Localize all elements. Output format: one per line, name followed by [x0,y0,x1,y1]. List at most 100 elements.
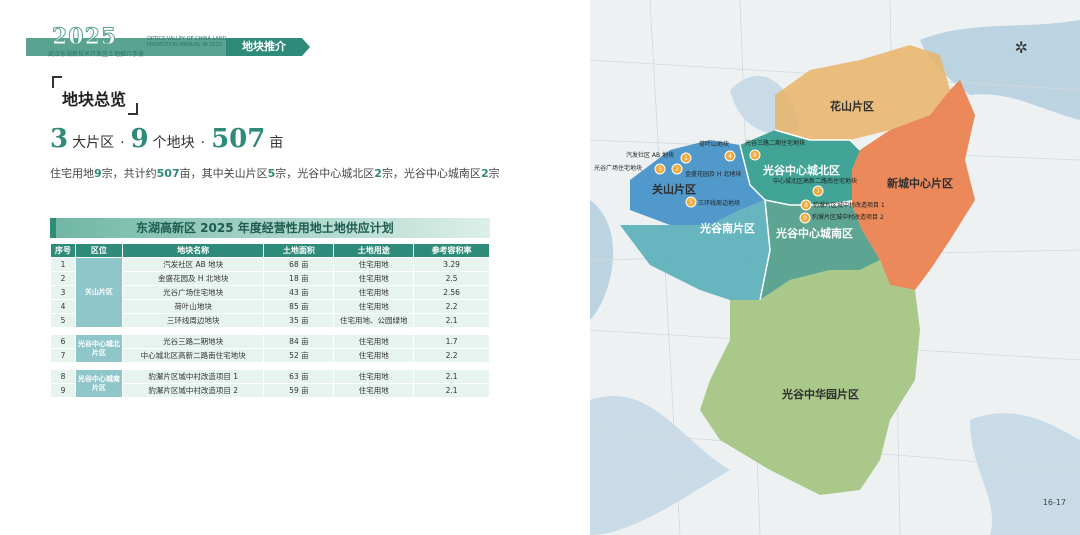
cell-use: 住宅用地 [333,334,415,349]
header-cell: 土地面积 [263,243,335,258]
summary-text: 住宅用地9宗，共计约507亩，其中关山片区5宗，光谷中心城北区2宗，光谷中心城南… [50,165,500,182]
label-guanshan: 关山片区 [652,182,696,196]
cell-name: 荷叶山地块 [121,299,265,314]
stat-districts: 3 [50,124,69,154]
brand-english: OPTICS VALLEY OF CHINA LAND PROMOTION MA… [147,36,227,48]
label-guanggu-north: 光谷中心城北区 [762,163,840,177]
label-guanggu-center-south: 光谷中心城南区 [775,226,853,240]
plot-label: 荷叶山地块 [699,140,729,148]
cell-far: 1.7 [413,334,490,349]
summary-part: 宗，共计约 [101,167,157,180]
plot-label: 光谷广场住宅地块 [594,164,642,172]
header-cell: 地块名称 [121,243,265,258]
cell-no: 9 [50,383,76,398]
table-title-mark [50,218,56,238]
plot-label: 汽发社区 AB 地块 [626,151,674,159]
cell-area: 35 亩 [263,313,335,328]
summary-part: 宗 [488,167,500,180]
cell-use: 住宅用地 [333,285,415,300]
stats-line: 3 大片区 · 9 个地块 · 507 亩 [50,124,283,154]
cell-no: 7 [50,348,76,363]
cell-use: 住宅用地 [333,369,415,384]
cell-name: 豹澥片区城中村改造项目 2 [121,383,265,398]
cell-far: 2.56 [413,285,490,300]
cell-no: 6 [50,334,76,349]
cell-no: 8 [50,369,76,384]
table-row: 8 光谷中心城南片区 豹澥片区城中村改造项目 1 63 亩 住宅用地 2.1 [50,369,490,398]
cell-far: 2.2 [413,299,490,314]
stat-separator: · [200,135,206,151]
title-bracket-bottom-right [128,103,138,115]
cell-no: 2 [50,271,76,286]
cell-use: 住宅用地、公园绿地 [333,313,415,328]
cell-area: 43 亩 [263,285,335,300]
stat-area-unit: 亩 [269,135,284,151]
cell-name: 三环线周边地块 [121,313,265,328]
table-title: 东湖高新区 2025 年度经营性用地土地供应计划 [136,221,394,235]
summary-number: 2 [480,167,489,180]
land-supply-table: 序号 区位 地块名称 土地面积 土地用途 参考容积率 1 关山片区 汽发社区 A… [50,243,490,398]
plot-label: 豹澥片区城中村改造项目 1 [813,201,885,209]
stat-plots-unit: 个地块 [152,135,195,151]
cell-far: 2.1 [413,383,490,398]
label-guanggu-south: 光谷南片区 [699,221,755,235]
cell-use: 住宅用地 [333,348,415,363]
cell-name: 金盛花园及 H 北地块 [121,271,265,286]
cell-far: 3.29 [413,257,490,272]
cell-far: 2.5 [413,271,490,286]
cell-area: 52 亩 [263,348,335,363]
cell-name: 汽发社区 AB 地块 [121,257,265,272]
marker-number: 7 [816,188,820,195]
plot-label: 金盛花园及 H 北地块 [685,170,741,178]
right-page-map: 花山片区 新城中心片区 光谷中心城北区 关山片区 光谷南片区 光谷中心城南区 光… [590,0,1080,535]
cell-area: 84 亩 [263,334,335,349]
cell-use: 住宅用地 [333,271,415,286]
page-number: 16-17 [1042,498,1066,507]
header-cell: 土地用途 [333,243,415,258]
page-title: 地块总览 [62,90,127,109]
table-header-row: 序号 区位 地块名称 土地面积 土地用途 参考容积率 [50,243,490,258]
cell-far: 2.1 [413,313,490,328]
plot-label: 光谷三路二期住宅地块 [745,139,805,147]
plot-label: 豹澥片区城中村改造项目 2 [812,213,884,221]
marker-number: 9 [803,215,807,222]
marker-number: 5 [689,199,693,206]
cell-name: 光谷广场住宅地块 [121,285,265,300]
plot-marker-8: 8 豹澥片区城中村改造项目 1 [800,199,885,211]
marker-number: 4 [728,153,732,160]
label-zhonghuayuan: 光谷中华园片区 [781,387,859,401]
cell-district: 光谷中心城北片区 [74,334,123,363]
cell-area: 63 亩 [263,369,335,384]
table-row: 6 光谷中心城北片区 光谷三路二期地块 84 亩 住宅用地 1.7 [50,334,490,363]
district-map: 花山片区 新城中心片区 光谷中心城北区 关山片区 光谷南片区 光谷中心城南区 光… [590,0,1080,535]
header-cell: 序号 [50,243,76,258]
cell-no: 5 [50,313,76,328]
cell-no: 1 [50,257,76,272]
cell-use: 住宅用地 [333,299,415,314]
stat-districts-unit: 大片区 [72,135,115,151]
marker-number: 6 [753,152,757,159]
cell-no: 3 [50,285,76,300]
cell-district: 光谷中心城南片区 [74,369,123,398]
cell-use: 住宅用地 [333,383,415,398]
summary-part: 宗，光谷中心城南区 [381,167,481,180]
cell-area: 85 亩 [263,299,335,314]
header-cell: 区位 [74,243,123,258]
marker-number: 3 [658,166,662,173]
cell-far: 2.1 [413,369,490,384]
label-xincheng: 新城中心片区 [887,176,953,190]
marker-number: 8 [804,202,808,209]
cell-area: 18 亩 [263,271,335,286]
cell-name: 光谷三路二期地块 [121,334,265,349]
stat-area: 507 [211,124,266,154]
cell-area: 59 亩 [263,383,335,398]
summary-number: 9 [94,167,102,180]
table-spacer [50,327,490,335]
table-row: 1 关山片区 汽发社区 AB 地块 68 亩 住宅用地 3.29 [50,257,490,328]
stat-plots: 9 [130,124,149,154]
marker-number: 2 [675,166,679,173]
section-tag: 地块推介 [226,38,310,56]
cell-district: 关山片区 [74,257,123,328]
cell-area: 68 亩 [263,257,335,272]
summary-number: 507 [156,167,180,180]
